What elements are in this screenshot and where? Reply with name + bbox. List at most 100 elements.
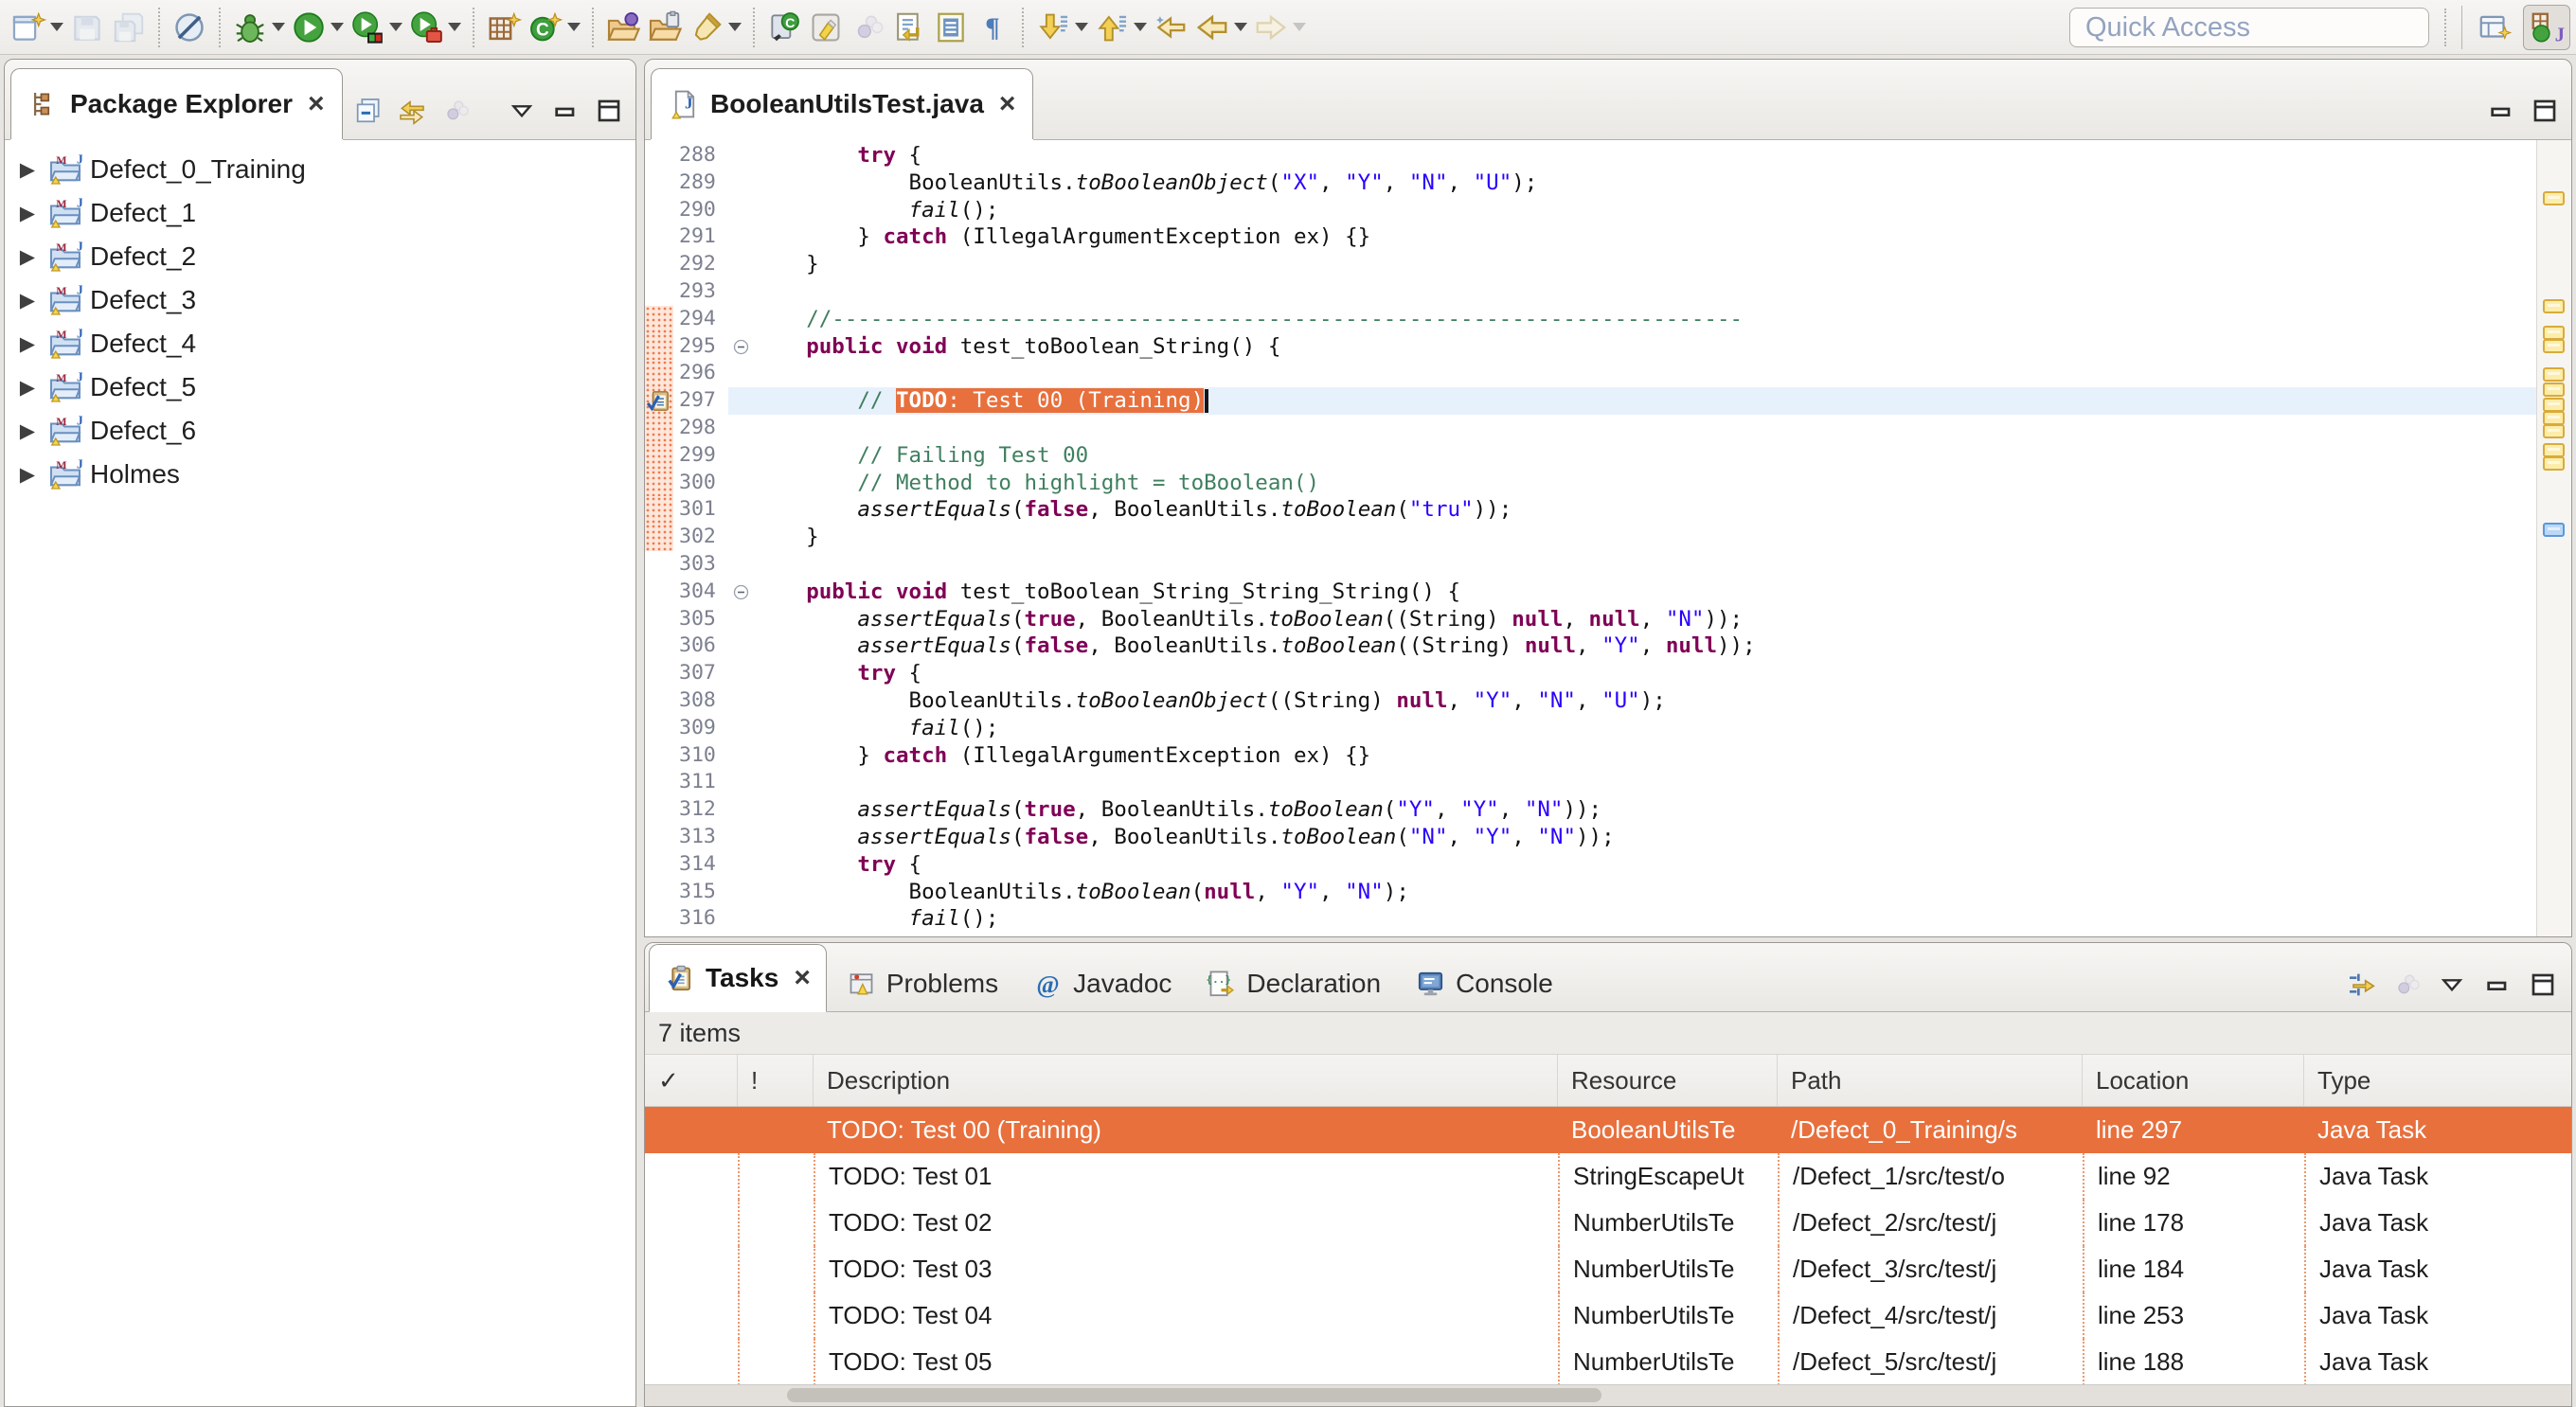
code-line-291[interactable]: 291 } catch (IllegalArgumentException ex…	[645, 223, 2536, 251]
overview-ruler[interactable]	[2536, 140, 2571, 936]
expand-arrow-icon[interactable]: ▶	[14, 332, 41, 356]
maximize-icon[interactable]	[594, 96, 624, 126]
tree-item-defect_0_training[interactable]: ▶MJDefect_0_Training	[5, 148, 635, 191]
mark-occurrences-button[interactable]	[805, 5, 847, 50]
code-editor[interactable]: 288 try {289 BooleanUtils.toBooleanObjec…	[645, 140, 2536, 936]
tree-item-defect_6[interactable]: ▶MJDefect_6	[5, 409, 635, 453]
tab-console[interactable]: Console	[1400, 956, 1568, 1011]
link-editor-icon[interactable]	[397, 96, 427, 126]
horizontal-scrollbar[interactable]	[645, 1384, 2571, 1406]
new-java-project-button[interactable]	[483, 5, 525, 50]
expand-arrow-icon[interactable]: ▶	[14, 245, 41, 269]
task-annotation-mark[interactable]	[2543, 398, 2565, 412]
view-menu-icon[interactable]	[2437, 970, 2467, 1000]
dropdown-caret-icon[interactable]	[331, 23, 344, 31]
task-annotation-mark[interactable]	[2543, 456, 2565, 471]
back-button[interactable]	[1191, 5, 1250, 50]
tab-tasks[interactable]: Tasks×	[649, 944, 827, 1012]
task-annotation-mark[interactable]	[2543, 411, 2565, 425]
code-line-306[interactable]: 306 assertEquals(false, BooleanUtils.toB…	[645, 632, 2536, 660]
skip-breakpoints-button[interactable]	[169, 5, 210, 50]
code-line-305[interactable]: 305 assertEquals(true, BooleanUtils.toBo…	[645, 606, 2536, 633]
column-header-resource[interactable]: Resource	[1558, 1055, 1778, 1106]
tree-item-defect_3[interactable]: ▶MJDefect_3	[5, 278, 635, 322]
task-annotation-mark[interactable]	[2543, 339, 2565, 353]
expand-arrow-icon[interactable]: ▶	[14, 202, 41, 225]
maximize-icon[interactable]	[2530, 96, 2560, 126]
task-annotation-mark[interactable]	[2543, 191, 2565, 205]
debug-button[interactable]	[229, 5, 288, 50]
expand-arrow-icon[interactable]: ▶	[14, 376, 41, 400]
fold-minus-icon[interactable]	[731, 337, 751, 357]
code-line-288[interactable]: 288 try {	[645, 142, 2536, 169]
tab-declaration[interactable]: {..}Declaration	[1190, 956, 1396, 1011]
expand-arrow-icon[interactable]: ▶	[14, 419, 41, 443]
task-row[interactable]: TODO: Test 03NumberUtilsTe/Defect_3/src/…	[645, 1246, 2571, 1292]
code-line-300[interactable]: 300 // Method to highlight = toBoolean()	[645, 470, 2536, 497]
java-perspective-button[interactable]: J	[2523, 5, 2570, 50]
expand-arrow-icon[interactable]: ▶	[14, 289, 41, 312]
fold-collapse-control[interactable]	[728, 333, 755, 361]
open-type-folder-button[interactable]	[602, 5, 644, 50]
code-line-307[interactable]: 307 try {	[645, 660, 2536, 687]
next-annotation-button[interactable]	[1032, 5, 1091, 50]
task-row[interactable]: TODO: Test 04NumberUtilsTe/Defect_4/src/…	[645, 1292, 2571, 1339]
tree-item-defect_5[interactable]: ▶MJDefect_5	[5, 365, 635, 409]
code-line-297[interactable]: 297 // TODO: Test 00 (Training)	[645, 387, 2536, 415]
focus-task-icon[interactable]	[2346, 970, 2376, 1000]
link-return-doc-button[interactable]	[888, 5, 930, 50]
task-annotation-mark[interactable]	[2543, 383, 2565, 397]
code-line-311[interactable]: 311	[645, 769, 2536, 796]
maximize-icon[interactable]	[2528, 970, 2558, 1000]
code-line-299[interactable]: 299 // Failing Test 00	[645, 442, 2536, 470]
code-line-315[interactable]: 315 BooleanUtils.toBoolean(null, "Y", "N…	[645, 879, 2536, 906]
column-header-description[interactable]: Description	[814, 1055, 1558, 1106]
dropdown-caret-icon[interactable]	[1134, 23, 1147, 31]
task-row[interactable]: TODO: Test 05NumberUtilsTe/Defect_5/src/…	[645, 1339, 2571, 1385]
column-header-type[interactable]: Type	[2304, 1055, 2571, 1106]
tree-item-defect_4[interactable]: ▶MJDefect_4	[5, 322, 635, 365]
run-external-button[interactable]	[405, 5, 464, 50]
task-annotation-mark[interactable]	[2543, 326, 2565, 340]
task-annotation-mark[interactable]	[2543, 424, 2565, 438]
close-icon[interactable]: ×	[308, 90, 325, 118]
code-line-301[interactable]: 301 assertEquals(false, BooleanUtils.toB…	[645, 496, 2536, 524]
column-header-path[interactable]: Path	[1778, 1055, 2083, 1106]
dropdown-caret-icon[interactable]	[728, 23, 742, 31]
close-icon[interactable]: ×	[999, 90, 1016, 118]
new-wizard-button[interactable]	[8, 5, 66, 50]
team-sync-icon[interactable]	[440, 96, 471, 126]
task-annotation-mark[interactable]	[2543, 299, 2565, 313]
tree-item-holmes[interactable]: ▶MJHolmes	[5, 453, 635, 496]
coverage-button[interactable]	[347, 5, 405, 50]
code-line-292[interactable]: 292 }	[645, 251, 2536, 278]
team-sync-icon[interactable]	[2391, 970, 2422, 1000]
code-line-289[interactable]: 289 BooleanUtils.toBooleanObject("X", "Y…	[645, 169, 2536, 197]
new-class-wizard-button[interactable]: C	[525, 5, 583, 50]
task-annotation-mark[interactable]	[2543, 367, 2565, 382]
code-line-310[interactable]: 310 } catch (IllegalArgumentException ex…	[645, 742, 2536, 770]
fold-collapse-control[interactable]	[728, 579, 755, 606]
dropdown-caret-icon[interactable]	[389, 23, 402, 31]
dropdown-caret-icon[interactable]	[567, 23, 581, 31]
tree-item-defect_1[interactable]: ▶MJDefect_1	[5, 191, 635, 235]
tab-package-explorer[interactable]: Package Explorer ×	[10, 68, 343, 139]
tab-javadoc[interactable]: @Javadoc	[1017, 956, 1187, 1011]
last-edit-location-button[interactable]	[1150, 5, 1191, 50]
task-row[interactable]: TODO: Test 00 (Training)BooleanUtilsTe/D…	[645, 1107, 2571, 1153]
code-line-295[interactable]: 295 public void test_toBoolean_String() …	[645, 333, 2536, 361]
code-line-312[interactable]: 312 assertEquals(true, BooleanUtils.toBo…	[645, 796, 2536, 824]
code-line-304[interactable]: 304 public void test_toBoolean_String_St…	[645, 579, 2536, 606]
scrollbar-thumb[interactable]	[787, 1388, 1601, 1402]
code-line-313[interactable]: 313 assertEquals(false, BooleanUtils.toB…	[645, 824, 2536, 851]
code-line-296[interactable]: 296	[645, 360, 2536, 387]
dropdown-caret-icon[interactable]	[1234, 23, 1247, 31]
task-annotation-mark[interactable]	[2543, 443, 2565, 457]
show-whitespace-button[interactable]: ¶	[972, 5, 1013, 50]
tab-problems[interactable]: Problems	[831, 956, 1013, 1011]
run-button[interactable]	[288, 5, 347, 50]
clipboard-folder-button[interactable]	[644, 5, 686, 50]
close-icon[interactable]: ×	[794, 964, 811, 992]
code-line-309[interactable]: 309 fail();	[645, 715, 2536, 742]
task-row[interactable]: TODO: Test 01StringEscapeUt/Defect_1/src…	[645, 1153, 2571, 1200]
